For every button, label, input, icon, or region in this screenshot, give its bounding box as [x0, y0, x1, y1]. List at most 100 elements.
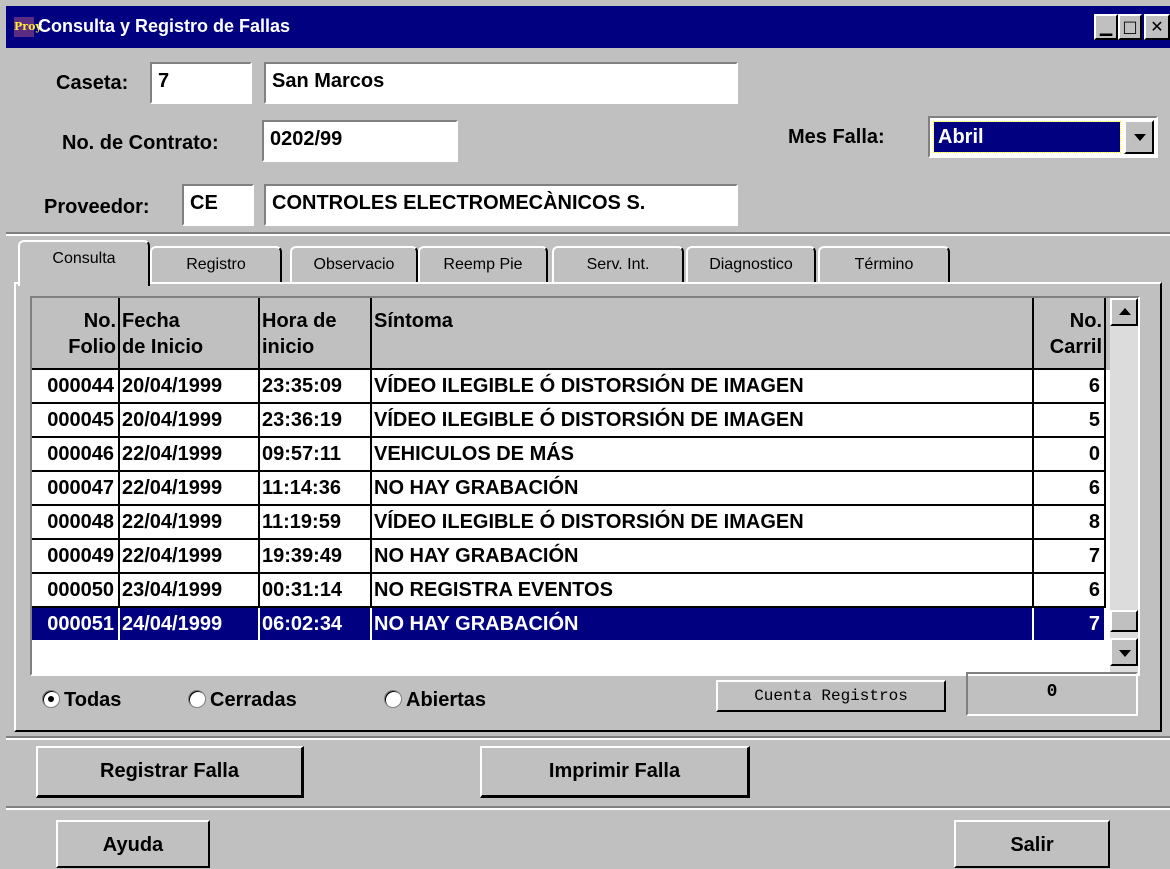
hora-cell: 23:35:09 — [260, 370, 372, 404]
mes-falla-label: Mes Falla: — [788, 126, 885, 148]
contrato-field[interactable]: 0202/99 — [262, 120, 458, 162]
fecha-cell: 22/04/1999 — [120, 438, 260, 472]
tab-consulta[interactable]: Consulta — [18, 240, 150, 286]
hora-cell: 06:02:34 — [260, 608, 372, 642]
sintoma-cell: VÍDEO ILEGIBLE Ó DISTORSIÓN DE IMAGEN — [372, 404, 1034, 438]
salir-button[interactable]: Salir — [954, 820, 1110, 868]
caseta-label: Caseta: — [56, 72, 129, 94]
imprimir-falla-button[interactable]: Imprimir Falla — [480, 746, 750, 798]
radio-unselected-icon — [188, 690, 206, 708]
caseta-code-field[interactable]: 7 — [150, 62, 252, 104]
column-header-fecha-line2: de Inicio — [122, 336, 204, 358]
fallas-grid[interactable]: No. Folio Fecha de Inicio Hora de inicio… — [30, 296, 1140, 676]
carril-cell: 6 — [1034, 472, 1106, 506]
hora-cell: 19:39:49 — [260, 540, 372, 574]
table-row[interactable]: 000047 22/04/1999 11:14:36 NO HAY GRABACIÓN… — [32, 472, 1106, 506]
carril-cell: 6 — [1034, 574, 1106, 608]
column-header-carril-line2: Carril — [1049, 336, 1102, 358]
sintoma-cell: VEHICULOS DE MÁS — [372, 438, 1034, 472]
fecha-cell: 24/04/1999 — [120, 608, 260, 642]
table-row[interactable]: 000051 24/04/1999 06:02:34 NO HAY GRABACIÓN… — [32, 608, 1106, 642]
cuenta-registros-button[interactable]: Cuenta Registros — [716, 680, 946, 712]
hora-cell: 23:36:19 — [260, 404, 372, 438]
header-divider — [6, 232, 1170, 236]
app-icon[interactable]: Proy — [14, 17, 42, 37]
sintoma-cell: VÍDEO ILEGIBLE Ó DISTORSIÓN DE IMAGEN — [372, 506, 1034, 540]
column-header-folio[interactable]: No. Folio — [32, 298, 120, 370]
column-header-carril-line1: No. — [1069, 310, 1102, 332]
carril-cell: 8 — [1034, 506, 1106, 540]
radio-abiertas-label: Abiertas — [406, 689, 487, 711]
mes-falla-select[interactable]: Abril — [928, 116, 1158, 158]
fecha-cell: 22/04/1999 — [120, 506, 260, 540]
dropdown-button[interactable] — [1124, 120, 1154, 154]
carril-cell: 0 — [1034, 438, 1106, 472]
radio-todas[interactable]: Todas — [42, 686, 121, 714]
tab-reemp-pie[interactable]: Reemp Pie — [418, 246, 548, 284]
tab-observacion[interactable]: Observacio — [290, 246, 418, 284]
minimize-button[interactable]: ▁ — [1094, 14, 1118, 40]
carril-cell: 5 — [1034, 404, 1106, 438]
folio-cell: 000044 — [32, 370, 120, 404]
radio-todas-label: Todas — [64, 689, 122, 711]
fecha-cell: 22/04/1999 — [120, 472, 260, 506]
caseta-name-field[interactable]: San Marcos — [264, 62, 738, 104]
registrar-falla-button[interactable]: Registrar Falla — [36, 746, 304, 798]
window-title: Consulta y Registro de Fallas — [38, 16, 291, 36]
tab-diagnostico[interactable]: Diagnostico — [686, 246, 816, 284]
radio-cerradas[interactable]: Cerradas — [188, 686, 297, 714]
fecha-cell: 23/04/1999 — [120, 574, 260, 608]
hora-cell: 11:19:59 — [260, 506, 372, 540]
folio-cell: 000045 — [32, 404, 120, 438]
radio-unselected-icon — [384, 690, 402, 708]
column-header-fecha-line1: Fecha — [122, 310, 180, 332]
tab-termino[interactable]: Término — [818, 246, 950, 284]
sintoma-cell: VÍDEO ILEGIBLE Ó DISTORSIÓN DE IMAGEN — [372, 370, 1034, 404]
arrow-up-icon — [1119, 308, 1131, 315]
table-row[interactable]: 000044 20/04/1999 23:35:09 VÍDEO ILEGIBLE Ó… — [32, 370, 1106, 404]
close-button[interactable]: ✕ — [1144, 14, 1170, 40]
mes-falla-value[interactable]: Abril — [933, 121, 1121, 153]
tab-serv-int[interactable]: Serv. Int. — [552, 246, 684, 284]
proveedor-label: Proveedor: — [44, 196, 150, 218]
sintoma-cell: NO REGISTRA EVENTOS — [372, 574, 1034, 608]
carril-cell: 6 — [1034, 370, 1106, 404]
radio-abiertas[interactable]: Abiertas — [384, 686, 486, 714]
table-row[interactable]: 000049 22/04/1999 19:39:49 NO HAY GRABACIÓN… — [32, 540, 1106, 574]
footer-divider — [6, 736, 1170, 740]
table-row[interactable]: 000046 22/04/1999 09:57:11 VEHICULOS DE MÁS… — [32, 438, 1106, 472]
folio-cell: 000048 — [32, 506, 120, 540]
carril-cell: 7 — [1034, 608, 1106, 642]
grid-header: No. Folio Fecha de Inicio Hora de inicio… — [32, 298, 1112, 370]
scroll-up-button[interactable] — [1110, 298, 1138, 326]
table-row[interactable]: 000045 20/04/1999 23:36:19 VÍDEO ILEGIBLE Ó… — [32, 404, 1106, 438]
vertical-scrollbar[interactable] — [1110, 298, 1138, 674]
fecha-cell: 20/04/1999 — [120, 404, 260, 438]
scroll-thumb[interactable] — [1110, 610, 1138, 632]
fecha-cell: 22/04/1999 — [120, 540, 260, 574]
scroll-down-button[interactable] — [1110, 638, 1138, 666]
radio-cerradas-label: Cerradas — [210, 689, 297, 711]
column-header-carril[interactable]: No. Carril — [1034, 298, 1106, 370]
tab-registro[interactable]: Registro — [150, 246, 282, 284]
table-row[interactable]: 000050 23/04/1999 00:31:14 NO REGISTRA EVEN… — [32, 574, 1106, 608]
title-bar[interactable]: Proy Consulta y Registro de Fallas ▁ □ ✕ — [6, 6, 1170, 48]
table-row[interactable]: 000048 22/04/1999 11:19:59 VÍDEO ILEGIBLE Ó… — [32, 506, 1106, 540]
column-header-hora-line2: inicio — [262, 336, 315, 358]
column-header-folio-line2: Folio — [68, 336, 116, 358]
folio-cell: 000046 — [32, 438, 120, 472]
column-header-sintoma-line2: Síntoma — [374, 310, 453, 332]
fecha-cell: 20/04/1999 — [120, 370, 260, 404]
maximize-button[interactable]: □ — [1118, 14, 1142, 40]
sintoma-cell: NO HAY GRABACIÓN — [372, 540, 1034, 574]
hora-cell: 11:14:36 — [260, 472, 372, 506]
folio-cell: 000050 — [32, 574, 120, 608]
column-header-fecha[interactable]: Fecha de Inicio — [120, 298, 260, 370]
radio-selected-icon — [42, 690, 60, 708]
ayuda-button[interactable]: Ayuda — [56, 820, 210, 868]
column-header-hora[interactable]: Hora de inicio — [260, 298, 372, 370]
proveedor-code-field[interactable]: CE — [182, 184, 254, 226]
proveedor-name-field[interactable]: CONTROLES ELECTROMECÀNICOS S. — [264, 184, 738, 226]
column-header-sintoma[interactable]: Síntoma — [372, 298, 1034, 370]
hora-cell: 09:57:11 — [260, 438, 372, 472]
